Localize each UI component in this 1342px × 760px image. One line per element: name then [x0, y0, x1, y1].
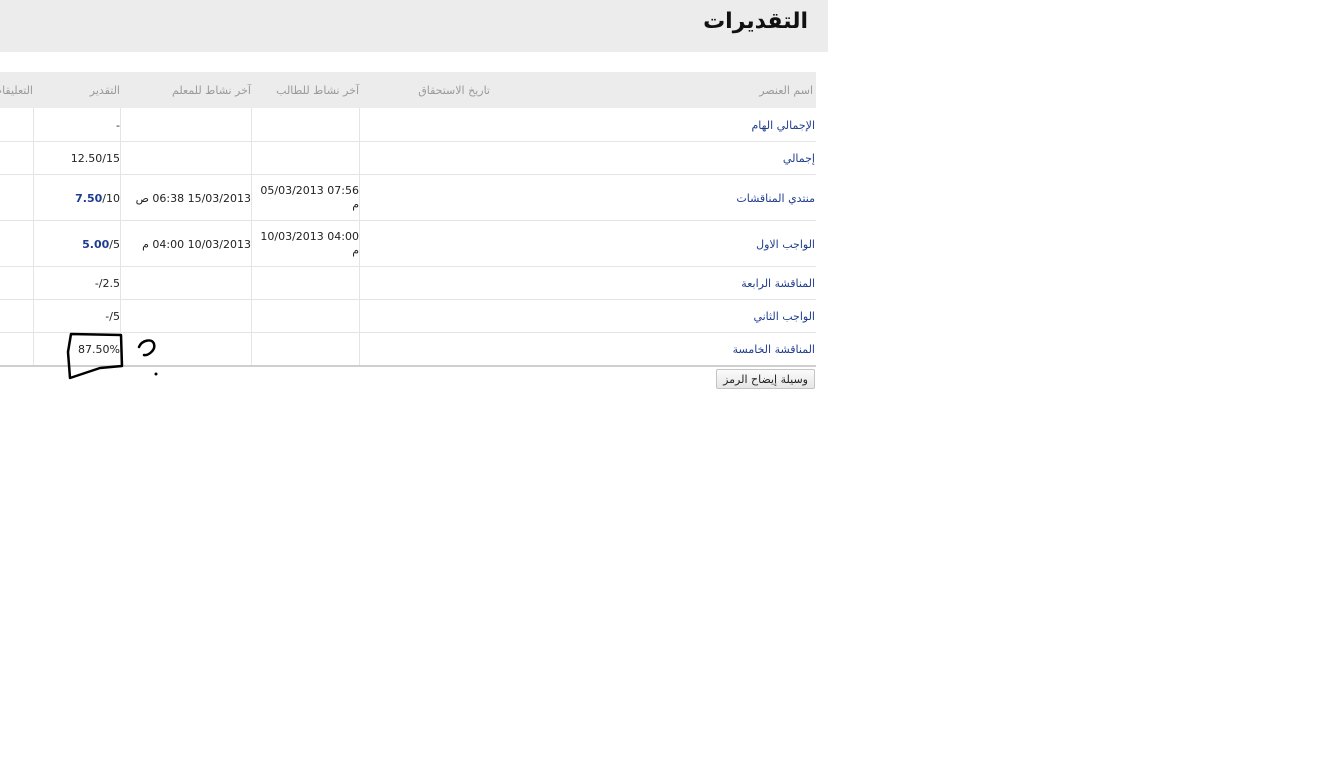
annotation-dot: [154, 372, 158, 376]
grades-page: التقديرات اسم العنصر تاريخ الاستحقاق آخر…: [0, 0, 828, 400]
column-divider: [359, 267, 360, 299]
teacher-activity-cell: 15/03/2013 06:38 ص: [135, 192, 251, 205]
header-teacher-activity[interactable]: آخر نشاط للمعلم: [172, 84, 251, 97]
grade-total: /5: [109, 310, 120, 323]
item-name-link[interactable]: منتدي المناقشات: [736, 192, 815, 205]
header-comments[interactable]: التعليقات: [0, 84, 33, 97]
table-row: الواجب الاول 04:00 10/03/2013 م 10/03/20…: [0, 221, 816, 267]
column-divider: [359, 221, 360, 266]
grade-value-link[interactable]: 5.00: [82, 238, 109, 251]
column-divider: [251, 108, 252, 141]
symbol-legend-button[interactable]: وسيلة إيضاح الرمز: [716, 369, 815, 389]
grade-total: /5: [109, 238, 120, 251]
grade-value: 87.50%: [78, 343, 120, 356]
item-name-link[interactable]: إجمالي: [783, 152, 815, 165]
grade-total: /15: [102, 152, 120, 165]
table-row: الواجب الثاني -/5: [0, 300, 816, 333]
table-row: المناقشة الرابعة -/2.5: [0, 267, 816, 300]
grade-cell: 12.50/15: [71, 152, 120, 165]
column-divider: [359, 333, 360, 365]
teacher-activity-cell: 10/03/2013 04:00 م: [142, 238, 251, 251]
grade-cell: 7.50/10: [75, 192, 120, 205]
item-name-link[interactable]: الواجب الثاني: [753, 310, 815, 323]
column-divider: [120, 142, 121, 174]
grade-cell: 87.50%: [78, 343, 120, 356]
table-header-row: اسم العنصر تاريخ الاستحقاق آخر نشاط للطا…: [0, 72, 816, 108]
grade-value: -: [116, 119, 120, 132]
column-divider: [33, 142, 34, 174]
grade-cell: 5.00/5: [82, 238, 120, 251]
header-grade[interactable]: التقدير: [90, 84, 120, 97]
student-activity-cell: 04:00 10/03/2013 م: [260, 230, 359, 257]
page-header: التقديرات: [0, 0, 828, 52]
column-divider: [120, 300, 121, 332]
grade-total: /2.5: [98, 277, 120, 290]
column-divider: [33, 267, 34, 299]
grade-value: 12.50: [70, 152, 103, 165]
column-divider: [359, 142, 360, 174]
column-divider: [359, 300, 360, 332]
page-title: التقديرات: [703, 9, 808, 34]
column-divider: [359, 108, 360, 141]
column-divider: [120, 333, 121, 365]
item-name-link[interactable]: الإجمالي الهام: [752, 119, 816, 132]
grade-cell: -/2.5: [95, 277, 120, 290]
column-divider: [33, 221, 34, 266]
grade-total: /10: [102, 192, 120, 205]
item-name-link[interactable]: الواجب الاول: [756, 238, 815, 251]
column-divider: [33, 333, 34, 365]
table-row: إجمالي 12.50/15: [0, 142, 816, 175]
column-divider: [251, 142, 252, 174]
column-divider: [120, 175, 121, 220]
column-divider: [251, 333, 252, 365]
header-item-name[interactable]: اسم العنصر: [759, 84, 813, 97]
column-divider: [251, 267, 252, 299]
header-student-activity[interactable]: آخر نشاط للطالب: [276, 84, 359, 97]
column-divider: [33, 175, 34, 220]
item-name-link[interactable]: المناقشة الرابعة: [741, 277, 815, 290]
column-divider: [359, 175, 360, 220]
item-name-link[interactable]: المناقشة الخامسة: [733, 343, 815, 356]
grade-value-link[interactable]: 7.50: [75, 192, 102, 205]
column-divider: [33, 108, 34, 141]
column-divider: [120, 108, 121, 141]
table-row: منتدي المناقشات 07:56 05/03/2013 م 15/03…: [0, 175, 816, 221]
column-divider: [120, 221, 121, 266]
grade-cell: -/5: [105, 310, 120, 323]
column-divider: [251, 300, 252, 332]
column-divider: [120, 267, 121, 299]
grade-cell: -: [116, 119, 120, 132]
column-divider: [251, 221, 252, 266]
column-divider: [251, 175, 252, 220]
table-bottom-border: [0, 365, 816, 367]
column-divider: [33, 300, 34, 332]
student-activity-cell: 07:56 05/03/2013 م: [260, 184, 359, 211]
table-row: الإجمالي الهام -: [0, 108, 816, 142]
table-row: المناقشة الخامسة 87.50%: [0, 333, 816, 365]
header-due-date[interactable]: تاريخ الاستحقاق: [418, 84, 490, 97]
